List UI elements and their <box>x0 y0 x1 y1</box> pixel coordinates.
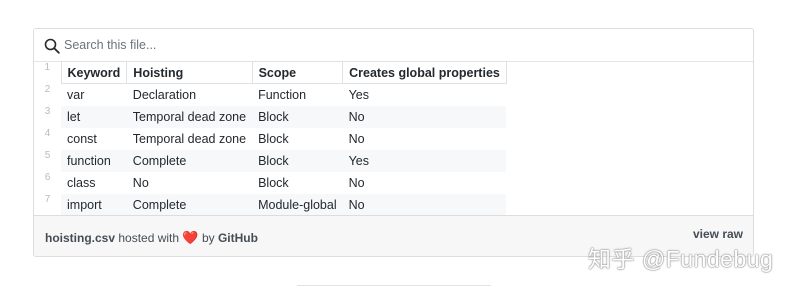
line-number[interactable]: 1 <box>34 61 61 84</box>
table-row: 3 let Temporal dead zone Block No <box>34 105 507 128</box>
table-cell: No <box>342 105 507 128</box>
csv-table: 1 Keyword Hoisting Scope Creates global … <box>34 61 507 216</box>
table-cell: let <box>61 105 127 128</box>
line-number[interactable]: 7 <box>34 193 61 216</box>
table-row: 4 const Temporal dead zone Block No <box>34 127 506 150</box>
table-cell: var <box>67 87 85 102</box>
search-icon <box>44 38 60 54</box>
table-cell: const <box>67 131 97 146</box>
column-header-scope: Scope <box>251 61 344 84</box>
by-text: by <box>201 231 215 245</box>
file-link[interactable]: hoisting.csv <box>45 231 115 245</box>
line-number[interactable]: 4 <box>34 127 61 150</box>
table-cell: Block <box>258 175 289 190</box>
hosted-with-text: hosted with <box>118 231 180 245</box>
table-cell: function <box>61 149 127 172</box>
gist-embed: 1 Keyword Hoisting Scope Creates global … <box>33 28 754 257</box>
watermark: 知乎 @Fundebug <box>588 246 774 272</box>
view-raw-link[interactable]: view raw <box>693 227 743 241</box>
table-row: 6 class No Block No <box>34 171 506 194</box>
table-cell: Complete <box>126 149 253 172</box>
column-header-hoisting: Hoisting <box>126 61 253 84</box>
column-header-creates-global-properties: Creates global properties <box>342 61 507 84</box>
line-number[interactable]: 3 <box>34 105 61 128</box>
table-cell: No <box>132 175 149 190</box>
table-cell: No <box>342 193 507 216</box>
github-link[interactable]: GitHub <box>218 231 258 245</box>
table-cell: class <box>67 175 96 190</box>
heart-icon: ❤️ <box>182 230 199 245</box>
table-header-row: 1 Keyword Hoisting Scope Creates global … <box>34 61 507 84</box>
table-cell: Module-global <box>252 193 343 216</box>
table-cell: Block <box>258 131 289 146</box>
table-cell: No <box>348 175 365 190</box>
table-cell: Function <box>258 87 307 102</box>
line-number[interactable]: 6 <box>34 171 61 194</box>
file-search-bar <box>34 29 753 62</box>
table-row: 5 function Complete Block Yes <box>34 149 507 172</box>
table-cell: import <box>61 193 127 216</box>
table-cell: Block <box>252 105 343 128</box>
table-cell: Temporal dead zone <box>126 105 253 128</box>
table-cell: Declaration <box>132 87 197 102</box>
table-cell: Temporal dead zone <box>132 131 247 146</box>
table-cell: No <box>348 131 365 146</box>
line-number[interactable]: 2 <box>34 83 61 106</box>
column-header-keyword: Keyword <box>60 61 128 84</box>
table-row: 7 import Complete Module-global No <box>34 193 507 216</box>
table-cell: Complete <box>126 193 253 216</box>
search-input[interactable] <box>64 34 734 56</box>
divider <box>297 285 491 286</box>
gist-meta: hoisting.csv hosted with ❤️ by GitHub <box>45 230 258 246</box>
table-cell: Block <box>252 149 343 172</box>
table-cell: Yes <box>348 87 370 102</box>
table-row: 2 var Declaration Function Yes <box>34 83 506 106</box>
table-cell: Yes <box>342 149 507 172</box>
line-number[interactable]: 5 <box>34 149 61 172</box>
